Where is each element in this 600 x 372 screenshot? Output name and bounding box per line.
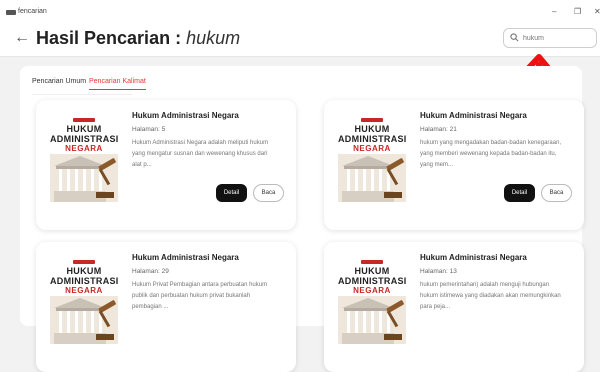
publisher-badge <box>361 260 383 264</box>
page-number: Halaman: 29 <box>132 268 169 275</box>
cover-title-line1: HUKUM <box>66 124 102 134</box>
tab-pencarian-kalimat[interactable]: Pencarian Kalimat <box>89 78 146 90</box>
book-title: Hukum Administrasi Negara <box>420 253 527 262</box>
result-snippet: Hukum Privat Pembagian antara perbuatan … <box>132 282 268 310</box>
search-icon <box>510 33 519 42</box>
result-card[interactable]: HUKUM ADMINISTRASI NEGARA Hukum Administ… <box>36 100 296 230</box>
page-title: Hasil Pencarian : hukum <box>36 28 240 49</box>
book-title: Hukum Administrasi Negara <box>420 111 527 120</box>
minimize-icon[interactable]: – <box>552 7 556 17</box>
close-icon[interactable]: ✕ <box>594 7 600 17</box>
result-snippet: Hukum Administrasi Negara adalah meliput… <box>132 140 269 168</box>
detail-button[interactable]: Detail <box>504 184 535 202</box>
book-cover: HUKUM ADMINISTRASI NEGARA <box>338 114 406 202</box>
read-button[interactable]: Baca <box>541 184 572 202</box>
result-card[interactable]: HUKUM ADMINISTRASI NEGARA Hukum Administ… <box>36 242 296 372</box>
publisher-badge <box>73 260 95 264</box>
cover-title-line1: HUKUM <box>354 266 390 276</box>
courthouse-illustration-icon <box>50 296 118 344</box>
courthouse-illustration-icon <box>338 296 406 344</box>
publisher-badge <box>361 118 383 122</box>
title-bar: fencarian – ❐ ✕ <box>0 0 600 24</box>
cover-title-line2: ADMINISTRASI <box>338 134 406 144</box>
cover-title-line1: HUKUM <box>354 124 390 134</box>
book-cover: HUKUM ADMINISTRASI NEGARA <box>50 114 118 202</box>
book-cover: HUKUM ADMINISTRASI NEGARA <box>338 256 406 344</box>
courthouse-illustration-icon <box>338 154 406 202</box>
page-title-prefix: Hasil Pencarian : <box>36 28 182 48</box>
back-arrow-icon[interactable]: ← <box>14 29 30 47</box>
cover-title-line2: ADMINISTRASI <box>50 276 118 286</box>
page-number: Halaman: 5 <box>132 126 166 133</box>
book-cover: HUKUM ADMINISTRASI NEGARA <box>50 256 118 344</box>
courthouse-illustration-icon <box>50 154 118 202</box>
search-box[interactable] <box>503 28 597 48</box>
read-button[interactable]: Baca <box>253 184 284 202</box>
search-input[interactable] <box>523 32 593 45</box>
app-logo-icon <box>6 10 16 15</box>
publisher-badge <box>73 118 95 122</box>
cover-title-line3: NEGARA <box>353 144 391 153</box>
result-snippet: hukum yang mengadakan badan-badan kenega… <box>420 140 562 168</box>
tabs-divider <box>32 94 132 95</box>
results-panel: Pencarian Umum Pencarian Kalimat HUKUM A… <box>20 66 584 372</box>
page-number: Halaman: 13 <box>420 268 457 275</box>
page-number: Halaman: 21 <box>420 126 457 133</box>
cover-title-line1: HUKUM <box>66 266 102 276</box>
cover-title-line3: NEGARA <box>65 286 103 295</box>
cover-title-line2: ADMINISTRASI <box>338 276 406 286</box>
cover-title-line2: ADMINISTRASI <box>50 134 118 144</box>
detail-button[interactable]: Detail <box>216 184 247 202</box>
result-card[interactable]: HUKUM ADMINISTRASI NEGARA Hukum Administ… <box>324 100 584 230</box>
result-card[interactable]: HUKUM ADMINISTRASI NEGARA Hukum Administ… <box>324 242 584 372</box>
tab-pencarian-umum[interactable]: Pencarian Umum <box>32 78 86 85</box>
maximize-icon[interactable]: ❐ <box>574 7 581 17</box>
cover-title-line3: NEGARA <box>65 144 103 153</box>
app-name: fencarian <box>18 8 47 15</box>
page-title-query: hukum <box>186 28 241 48</box>
result-snippet: hukum pemerintahan) adalah menguji hubun… <box>420 282 561 310</box>
book-title: Hukum Administrasi Negara <box>132 111 239 120</box>
cover-title-line3: NEGARA <box>353 286 391 295</box>
book-title: Hukum Administrasi Negara <box>132 253 239 262</box>
page-header: ← Hasil Pencarian : hukum <box>0 24 600 57</box>
